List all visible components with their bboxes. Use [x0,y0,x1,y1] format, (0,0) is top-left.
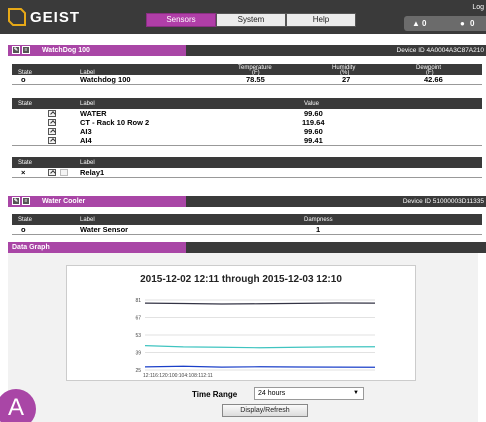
watchdog-title-tab: ✎ ≡ WatchDog 100 [8,45,186,56]
relay-table: State Label × Relay1 [12,157,482,178]
watchdog-title: WatchDog 100 [41,47,90,54]
graph-panel: 2015-12-02 12:11 through 2015-12-03 12:1… [8,253,478,422]
state-indicator: o [21,75,26,84]
series-line [144,302,376,305]
line-chart[interactable]: 81 67 53 39 2512:1​16:1​20:1​00:1​04:1​08:1​… [67,266,417,382]
watchdog-summary-table: State Label Temperature (F) Humidity (%)… [12,64,482,85]
table-row: AI3 99.60 [12,127,482,136]
wrench-icon[interactable] [48,110,56,117]
data-graph-section: Data Graph [8,242,486,253]
alarm-status[interactable]: ▲ 0 ● 0 [404,16,486,31]
edit-icon[interactable]: ✎ [12,46,20,55]
wrench-icon[interactable] [48,169,56,176]
col-state: State [18,101,33,107]
watchdog-device-id: Device ID 4A0004A3C87A210 [186,45,486,56]
water-cooler-section: ✎ ≡ Water Cooler Device ID 51000003D11335 [8,196,486,207]
table-row: o Watchdog 100 78.55 27 42.66 [12,75,482,84]
row-label: Water Sensor [80,225,129,234]
time-range-select[interactable]: 24 hours ▼ [254,387,364,400]
analog-table: State Label Value WATER 99.60 CT - Rack … [12,98,482,146]
row-value: 99.60 [304,109,323,118]
col-state: State [18,160,33,166]
watchdog-section: ✎ ≡ WatchDog 100 Device ID 4A0004A3C87A21… [8,45,486,56]
row-label: Watchdog 100 [80,75,131,84]
water-cooler-device-id: Device ID 51000003D11335 [186,196,486,207]
relay-state-icon: × [21,168,26,177]
wrench-icon[interactable] [48,137,56,144]
table-header: State Label Dampness [12,214,482,225]
col-label: Label [80,160,95,166]
gear-icon[interactable] [60,169,68,176]
row-label: AI3 [80,127,92,136]
table-row: × Relay1 [12,168,482,177]
wrench-icon[interactable] [48,128,56,135]
y-tick-label: 53 [135,333,141,339]
row-value: 99.41 [304,136,323,145]
dampness-value: 1 [316,225,321,234]
table-row: CT - Rack 10 Row 2 119.64 [12,118,482,127]
state-indicator: o [21,225,26,234]
list-icon[interactable]: ≡ [22,46,30,55]
time-range-label: Time Range [192,390,238,399]
table-row: WATER 99.60 [12,109,482,118]
graph-card: 2015-12-02 12:11 through 2015-12-03 12:1… [66,265,416,381]
watchdog-header: ✎ ≡ WatchDog 100 Device ID 4A0004A3C87A21… [8,45,486,56]
series-line [144,345,376,349]
humidity-value: 27 [342,75,351,84]
col-state: State [18,217,33,223]
table-row: AI4 99.41 [12,136,482,145]
water-cooler-table: State Label Dampness o Water Sensor 1 [12,214,482,235]
tab-system[interactable]: System [216,13,286,27]
col-label: Label [80,217,95,223]
row-value: 119.64 [302,118,325,127]
logo-mark-icon [8,8,26,26]
edit-icon[interactable]: ✎ [12,197,20,206]
warning-count: 0 [470,19,475,28]
time-range-value: 24 hours [258,390,286,397]
water-cooler-header: ✎ ≡ Water Cooler Device ID 51000003D11335 [8,196,486,207]
row-label: CT - Rack 10 Row 2 [80,118,150,127]
warning-icon: ● [460,19,465,28]
main-tabs: Sensors System Help [146,13,356,27]
top-bar: GEIST Sensors System Help Log ▲ 0 ● 0 [0,0,486,34]
alarm-count: 0 [422,19,427,28]
chevron-down-icon: ▼ [353,390,359,396]
col-label: Label [80,101,95,107]
tab-sensors[interactable]: Sensors [146,13,216,27]
alarm-icon: ▲ [412,19,420,28]
row-label: WATER [80,109,107,118]
y-tick-label: 81 [135,298,141,304]
water-cooler-title: Water Cooler [41,198,86,205]
series-line [144,365,376,368]
data-graph-header: Data Graph [8,242,486,253]
display-refresh-button[interactable]: Display/Refresh [222,404,308,417]
col-dampness: Dampness [304,217,333,223]
data-graph-title: Data Graph [8,242,186,253]
y-tick-label: 67 [135,316,141,322]
tab-help[interactable]: Help [286,13,356,27]
list-icon[interactable]: ≡ [22,197,30,206]
geist-logo[interactable]: GEIST [6,6,92,28]
water-cooler-title-tab: ✎ ≡ Water Cooler [8,196,186,207]
table-header: State Label Value [12,98,482,109]
table-row: o Water Sensor 1 [12,225,482,234]
temperature-value: 78.55 [246,75,265,84]
login-link[interactable]: Log [472,4,484,11]
dewpoint-value: 42.66 [424,75,443,84]
wrench-icon[interactable] [48,119,56,126]
row-label: AI4 [80,136,92,145]
x-tick-labels: 12:1​16:1​20:1​00:1​04:1​08:1​12:11 [143,373,213,379]
col-value: Value [304,101,319,107]
y-tick-label: 25 [135,368,141,374]
row-value: 99.60 [304,127,323,136]
logo-text: GEIST [30,9,81,26]
data-graph-header-bar [186,242,486,253]
table-header: State Label Temperature (F) Humidity (%)… [12,64,482,76]
row-label: Relay1 [80,168,105,177]
y-tick-label: 39 [135,351,141,357]
table-header: State Label [12,157,482,168]
